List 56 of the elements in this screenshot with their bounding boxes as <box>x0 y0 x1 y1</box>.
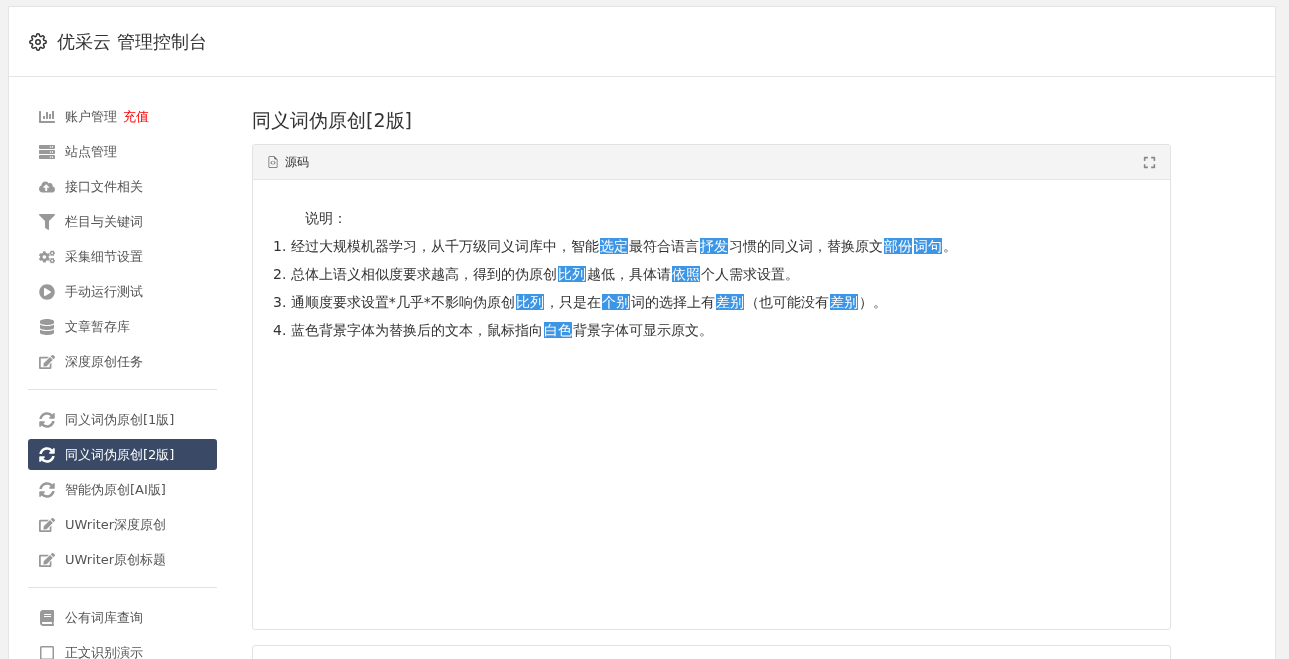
item-label: 账户管理 <box>65 107 117 126</box>
item-label: 手动运行测试 <box>65 282 143 301</box>
note-line: 2. 总体上语义相似度要求越高，得到的伪原创 比列越低，具体请依照个人需求设置。 <box>273 265 800 284</box>
item-label: 文章暂存库 <box>65 317 130 336</box>
notes-heading: 说明： <box>304 209 348 228</box>
gears-icon <box>39 248 55 265</box>
item-label: UWriter原创标题 <box>65 550 167 569</box>
sidebar-item[interactable]: 采集细节设置 <box>28 241 217 272</box>
edit-icon <box>39 516 55 533</box>
sidebar-item[interactable]: 文章暂存库 <box>28 311 217 342</box>
sidebar-item[interactable]: 栏目与关键词 <box>28 206 217 237</box>
refresh-icon <box>39 446 55 463</box>
item-label: 公有词库查询 <box>65 608 143 627</box>
sidebar-item[interactable]: 接口文件相关 <box>28 171 217 202</box>
bar-chart-icon <box>39 108 55 125</box>
sidebar-item[interactable]: 深度原创任务 <box>28 346 217 377</box>
book-icon <box>39 609 55 626</box>
note-line: 4. 蓝色背景字体为替换后的文本，鼠标指向 白色背景字体可显示原文。 <box>273 321 714 340</box>
item-label: 同义词伪原创[1版] <box>65 410 175 429</box>
item-label: 深度原创任务 <box>65 352 143 371</box>
item-label: 栏目与关键词 <box>65 212 143 231</box>
server-icon <box>39 143 55 160</box>
recharge-link[interactable]: 充值 <box>123 107 149 126</box>
refresh-icon <box>39 481 55 498</box>
note-line: 1. 经过大规模机器学习，从千万级同义词库中，智能选定最符合语言抒发习惯的同义词，替换原文部份词句。 <box>273 237 958 256</box>
item-label: 正文识别演示 <box>65 643 143 659</box>
item-label: 同义词伪原创[2版] <box>65 445 175 464</box>
source-tab[interactable]: 源码 <box>285 153 309 171</box>
item-label: 站点管理 <box>65 142 117 161</box>
settings-icon <box>29 32 47 51</box>
note-line: 3. 通顺度要求设置*几乎*不影响伪原创 比列，只是在个别词的选择上有差别（也可能没有差别）。 <box>273 293 888 312</box>
sidebar-item[interactable]: UWriter原创标题 <box>28 544 217 575</box>
sidebar-item[interactable]: 同义词伪原创[1版] <box>28 404 217 435</box>
item-label: 采集细节设置 <box>65 247 143 266</box>
sidebar-item[interactable]: 同义词伪原创[2版] <box>28 439 217 470</box>
sidebar-item[interactable]: UWriter深度原创 <box>28 509 217 540</box>
filter-icon <box>39 213 55 230</box>
fullscreen-icon[interactable] <box>1143 155 1156 169</box>
item-label: 接口文件相关 <box>65 177 143 196</box>
sidebar-item[interactable]: 公有词库查询 <box>28 602 217 633</box>
play-icon <box>39 283 55 300</box>
sidebar-item[interactable]: 手动运行测试 <box>28 276 217 307</box>
edit-icon <box>39 551 55 568</box>
refresh-icon <box>39 411 55 428</box>
code-file-icon <box>267 156 279 168</box>
app-title: 优采云 管理控制台 <box>57 29 207 54</box>
cloud-upload-icon <box>39 178 55 195</box>
database-icon <box>39 318 55 335</box>
sidebar-item[interactable]: 正文识别演示 <box>28 637 217 659</box>
sidebar-item[interactable]: 智能伪原创[AI版] <box>28 474 217 505</box>
page-title: 同义词伪原创[2版] <box>252 108 413 133</box>
item-label: UWriter深度原创 <box>65 515 167 534</box>
edit-icon <box>39 353 55 370</box>
sidebar-item[interactable]: 账户管理 充值 <box>28 101 217 132</box>
item-label: 智能伪原创[AI版] <box>65 480 166 499</box>
sidebar-item[interactable]: 站点管理 <box>28 136 217 167</box>
